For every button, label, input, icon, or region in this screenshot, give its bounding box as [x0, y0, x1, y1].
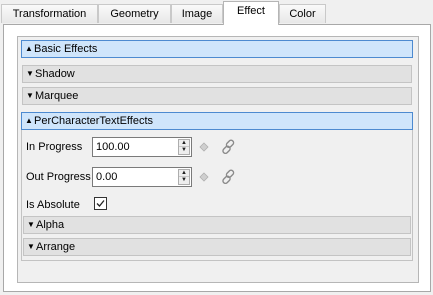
spin-down-arrow-icon[interactable]: ▼ [179, 177, 189, 184]
collapse-down-arrow-icon: ▼ [27, 220, 35, 229]
alpha-label: Alpha [36, 219, 65, 231]
collapse-down-arrow-icon: ▼ [26, 69, 34, 78]
checkmark-icon [96, 200, 105, 207]
out-progress-spin-buttons: ▲ ▼ [178, 169, 190, 185]
tab-bar: Transformation Geometry Image Effect Col… [0, 0, 433, 25]
tab-transformation[interactable]: Transformation [1, 4, 98, 23]
marquee-header[interactable]: ▼Marquee [22, 87, 412, 105]
is-absolute-checkbox[interactable] [94, 197, 107, 210]
spin-up-arrow-icon[interactable]: ▲ [179, 140, 189, 147]
tab-effect[interactable]: Effect [223, 1, 279, 25]
spin-down-arrow-icon[interactable]: ▼ [179, 147, 189, 154]
per-character-text-effects-header[interactable]: ▲PerCharacterTextEffects [21, 112, 413, 130]
basic-effects-label: Basic Effects [34, 43, 98, 55]
shadow-label: Shadow [35, 68, 75, 80]
marquee-label: Marquee [35, 90, 79, 102]
shadow-header[interactable]: ▼Shadow [22, 65, 412, 83]
collapse-down-arrow-icon: ▼ [26, 91, 34, 100]
collapse-down-arrow-icon: ▼ [27, 242, 35, 251]
arrange-header[interactable]: ▼Arrange [23, 238, 411, 256]
keyframe-icon[interactable] [199, 142, 209, 152]
basic-effects-header[interactable]: ▲Basic Effects [21, 40, 413, 58]
arrange-label: Arrange [36, 241, 76, 253]
per-character-text-effects-label: PerCharacterTextEffects [34, 115, 154, 127]
tab-color[interactable]: Color [279, 4, 326, 23]
link-icon[interactable] [221, 139, 237, 155]
effects-container: ▲Basic Effects ▼Shadow ▼Marquee ▲PerChar… [17, 36, 419, 283]
in-progress-label: In Progress [26, 141, 83, 153]
tab-image[interactable]: Image [171, 4, 223, 23]
out-progress-label: Out Progress [26, 171, 91, 183]
out-progress-spinbox[interactable]: 0.00 ▲ ▼ [92, 167, 192, 187]
link-icon[interactable] [221, 169, 237, 185]
keyframe-icon[interactable] [199, 172, 209, 182]
out-progress-value[interactable]: 0.00 [96, 170, 117, 184]
in-progress-spin-buttons: ▲ ▼ [178, 139, 190, 155]
in-progress-spinbox[interactable]: 100.00 ▲ ▼ [92, 137, 192, 157]
alpha-header[interactable]: ▼Alpha [23, 216, 411, 234]
per-character-properties-box: In Progress 100.00 ▲ ▼ Out Progress 0.00 [21, 130, 413, 261]
is-absolute-label: Is Absolute [26, 199, 80, 211]
in-progress-value[interactable]: 100.00 [96, 140, 130, 154]
expand-up-arrow-icon: ▲ [25, 44, 33, 53]
spin-up-arrow-icon[interactable]: ▲ [179, 170, 189, 177]
tab-geometry[interactable]: Geometry [98, 4, 171, 23]
expand-up-arrow-icon: ▲ [25, 116, 33, 125]
effect-tab-panel: ▲Basic Effects ▼Shadow ▼Marquee ▲PerChar… [3, 24, 431, 292]
